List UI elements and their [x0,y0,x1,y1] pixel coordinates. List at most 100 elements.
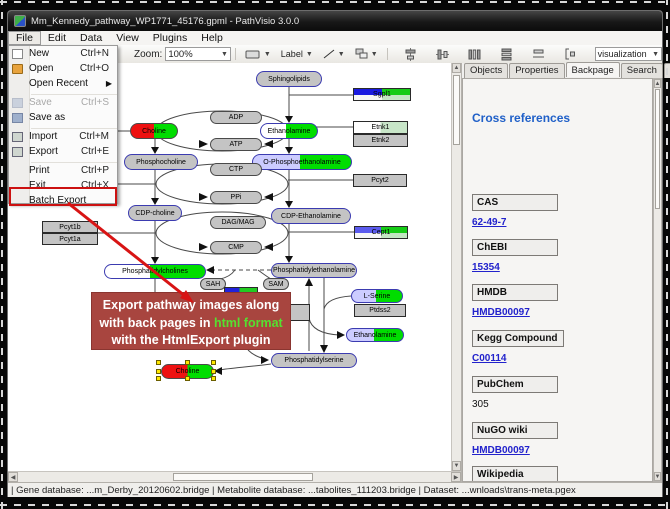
gene-pcyt2[interactable]: Pcyt2 [353,174,407,187]
visualization-combobox[interactable]: visualization▼ [595,47,662,61]
menu-plugins[interactable]: Plugins [146,31,194,45]
canvas-hscrollbar[interactable]: ◀ ▶ [8,471,461,482]
node-phosphatidylcholines[interactable]: Phosphatidylcholines [104,264,206,279]
status-text: | Gene database: ...m_Derby_20120602.bri… [11,485,576,496]
menuitem-new[interactable]: New Ctrl+N [9,46,117,61]
node-phosphatidylserine[interactable]: Phosphatidylserine [271,353,357,368]
node-ethanolamine-bottom[interactable]: Ethanolamine [346,328,404,342]
gene-sgpl1[interactable]: Sgpl1 [353,88,411,101]
scroll-up-icon[interactable]: ▲ [654,79,661,88]
line-tool-button[interactable]: ▼ [319,46,349,62]
align-center-y-icon [436,48,449,61]
node-sphingolipids[interactable]: Sphingolipids [256,71,322,87]
node-ethanolamine-top[interactable]: Ethanolamine [260,123,318,139]
node-o-phosphoethanolamine[interactable]: O-Phosphoethanolamine [252,154,352,170]
scroll-up-icon[interactable]: ▲ [452,63,461,73]
menu-file[interactable]: File [8,31,41,45]
menuitem-open[interactable]: Open Ctrl+O [9,61,117,76]
gene-etnk2[interactable]: Etnk2 [353,134,408,147]
node-phosphocholine[interactable]: Phosphocholine [124,154,198,170]
app-window: Mm_Kennedy_pathway_WP1771_45176.gpml - P… [7,10,663,497]
shape-tool-button[interactable]: ▼ [351,46,382,62]
selection-handle[interactable] [185,360,190,365]
tab-properties[interactable]: Properties [509,63,564,78]
chevron-down-icon: ▼ [371,51,378,58]
canvas-vscrollbar[interactable]: ▲ ▼ [451,63,461,471]
menuitem-import[interactable]: Import Ctrl+M [9,129,117,144]
chevron-down-icon: ▼ [652,51,659,58]
gene-pcyt1a[interactable]: Pcyt1a [42,233,98,245]
tab-objects[interactable]: Objects [464,63,508,78]
menu-help[interactable]: Help [194,31,230,45]
menu-view[interactable]: View [109,31,146,45]
side-panel: Objects Properties Backpage Search Legen… [461,63,662,482]
node-ctp[interactable]: CTP [210,163,262,176]
section-header-nugo: NuGO wiki [472,422,558,439]
selection-handle[interactable] [156,369,161,374]
scroll-down-icon[interactable]: ▼ [452,461,461,471]
zoom-label: Zoom: [134,49,162,60]
frame-dashes-top [0,1,670,3]
new-file-icon [12,49,23,59]
menuitem-save-as[interactable]: Save as [9,110,117,125]
scroll-right-icon[interactable]: ▶ [451,472,461,482]
link-cas[interactable]: 62-49-7 [472,217,506,228]
node-cdp-ethanolamine[interactable]: CDP-Ethanolamine [271,208,351,224]
tab-legend[interactable]: Legend [664,63,670,78]
tab-search[interactable]: Search [621,63,663,78]
selection-handle[interactable] [211,369,216,374]
node-adp[interactable]: ADP [210,111,262,124]
node-ppi[interactable]: PPi [210,191,262,204]
scroll-down-icon[interactable]: ▼ [654,472,661,481]
scroll-left-icon[interactable]: ◀ [8,472,18,482]
menuitem-export[interactable]: Export Ctrl+E [9,144,117,159]
bracket-icon [564,48,576,60]
distribute-vertical-button[interactable] [496,46,517,63]
toolbar-separator [235,48,236,60]
selection-handle[interactable] [211,376,216,381]
node-l-serine[interactable]: L-Serine [351,289,403,303]
menu-edit[interactable]: Edit [41,31,73,45]
menuitem-open-recent[interactable]: Open Recent ▶ [9,76,117,91]
align-center-y-button[interactable] [432,46,453,63]
selection-handle[interactable] [156,376,161,381]
scroll-thumb[interactable] [173,473,313,481]
node-phosphatidylethanolamine[interactable]: Phosphatidylethanolamine [271,263,357,278]
node-dag-mag[interactable]: DAG/MAG [210,216,266,229]
tab-backpage[interactable]: Backpage [566,62,620,77]
link-hmdb[interactable]: HMDB00097 [472,307,530,318]
align-center-x-button[interactable] [400,46,421,63]
link-nugo[interactable]: HMDB00097 [472,445,530,456]
title-bar[interactable]: Mm_Kennedy_pathway_WP1771_45176.gpml - P… [8,11,662,31]
selection-handle[interactable] [156,360,161,365]
cross-references-heading: Cross references [472,111,570,125]
node-sam[interactable]: SAM [263,278,289,290]
gene-ptdss2[interactable]: Ptdss2 [354,304,406,317]
link-kegg[interactable]: C00114 [472,353,506,364]
node-cdp-choline[interactable]: CDP-choline [128,205,182,221]
label-tool-button[interactable]: Label ▼ [277,47,317,61]
menu-data[interactable]: Data [73,31,109,45]
scroll-thumb[interactable] [453,75,460,145]
scroll-thumb[interactable] [655,89,660,209]
open-folder-icon [12,64,23,74]
node-cmp[interactable]: CMP [210,241,262,254]
selection-handle[interactable] [185,376,190,381]
menuitem-print[interactable]: Print Ctrl+P [9,163,117,178]
node-atp[interactable]: ATP [210,138,262,151]
distribute-horizontal-button[interactable] [464,46,485,63]
selection-handle[interactable] [211,360,216,365]
node-choline-top[interactable]: Choline [130,123,178,139]
link-chebi[interactable]: 15354 [472,262,500,273]
gene-etnk1[interactable]: Etnk1 [353,121,408,134]
panel-scrollbar[interactable]: ▲ ▼ [653,78,662,482]
zoom-combobox[interactable]: 100%▼ [165,47,231,61]
gene-pcyt1b[interactable]: Pcyt1b [42,221,98,233]
gene-tool-button[interactable]: ▼ [241,47,275,62]
group-button[interactable] [560,46,580,62]
menuitem-save[interactable]: Save Ctrl+S [9,95,117,110]
node-sah[interactable]: SAH [200,278,226,290]
gene-cept1[interactable]: Cept1 [354,226,408,239]
frame-dashes-left [1,0,3,509]
stack-button[interactable] [528,46,549,62]
